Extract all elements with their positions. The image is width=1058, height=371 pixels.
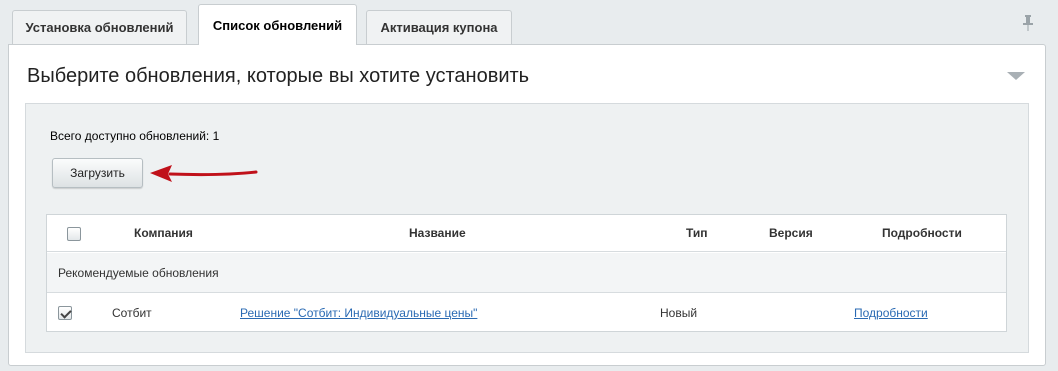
table-header: Компания Название Тип Версия Подробности: [47, 215, 1006, 252]
load-button[interactable]: Загрузить: [52, 158, 143, 188]
row-checkbox[interactable]: [58, 306, 72, 320]
updates-table: Компания Название Тип Версия Подробности…: [46, 214, 1007, 332]
updates-panel: Выберите обновления, которые вы хотите у…: [8, 44, 1046, 366]
column-company: Компания: [134, 226, 193, 240]
red-arrow-icon: [150, 165, 258, 182]
tab-updates-list[interactable]: Список обновлений: [198, 4, 357, 45]
tab-bar: Установка обновлений Список обновлений А…: [0, 0, 1058, 45]
column-type: Тип: [686, 226, 708, 240]
table-row: Сотбит Решение "Сотбит: Индивидуальные ц…: [47, 294, 1006, 332]
select-all-checkbox[interactable]: [67, 227, 81, 241]
page-title: Выберите обновления, которые вы хотите у…: [27, 65, 530, 87]
column-name: Название: [409, 226, 466, 240]
row-name-link[interactable]: Решение "Сотбит: Индивидуальные цены": [240, 306, 477, 320]
group-label: Рекомендуемые обновления: [58, 266, 219, 280]
collapse-arrow-icon[interactable]: [1007, 72, 1025, 80]
pin-icon[interactable]: [1020, 14, 1036, 34]
column-version: Версия: [769, 226, 813, 240]
row-details-link[interactable]: Подробности: [854, 306, 928, 320]
column-details: Подробности: [882, 226, 962, 240]
tab-coupon-activation[interactable]: Активация купона: [366, 10, 512, 44]
group-row: Рекомендуемые обновления: [47, 253, 1006, 293]
row-type: Новый: [660, 306, 698, 320]
total-updates-text: Всего доступно обновлений: 1: [50, 129, 220, 143]
updates-content: Всего доступно обновлений: 1 Загрузить К…: [25, 103, 1029, 353]
row-company: Сотбит: [112, 306, 152, 320]
tab-install-updates[interactable]: Установка обновлений: [12, 10, 187, 44]
